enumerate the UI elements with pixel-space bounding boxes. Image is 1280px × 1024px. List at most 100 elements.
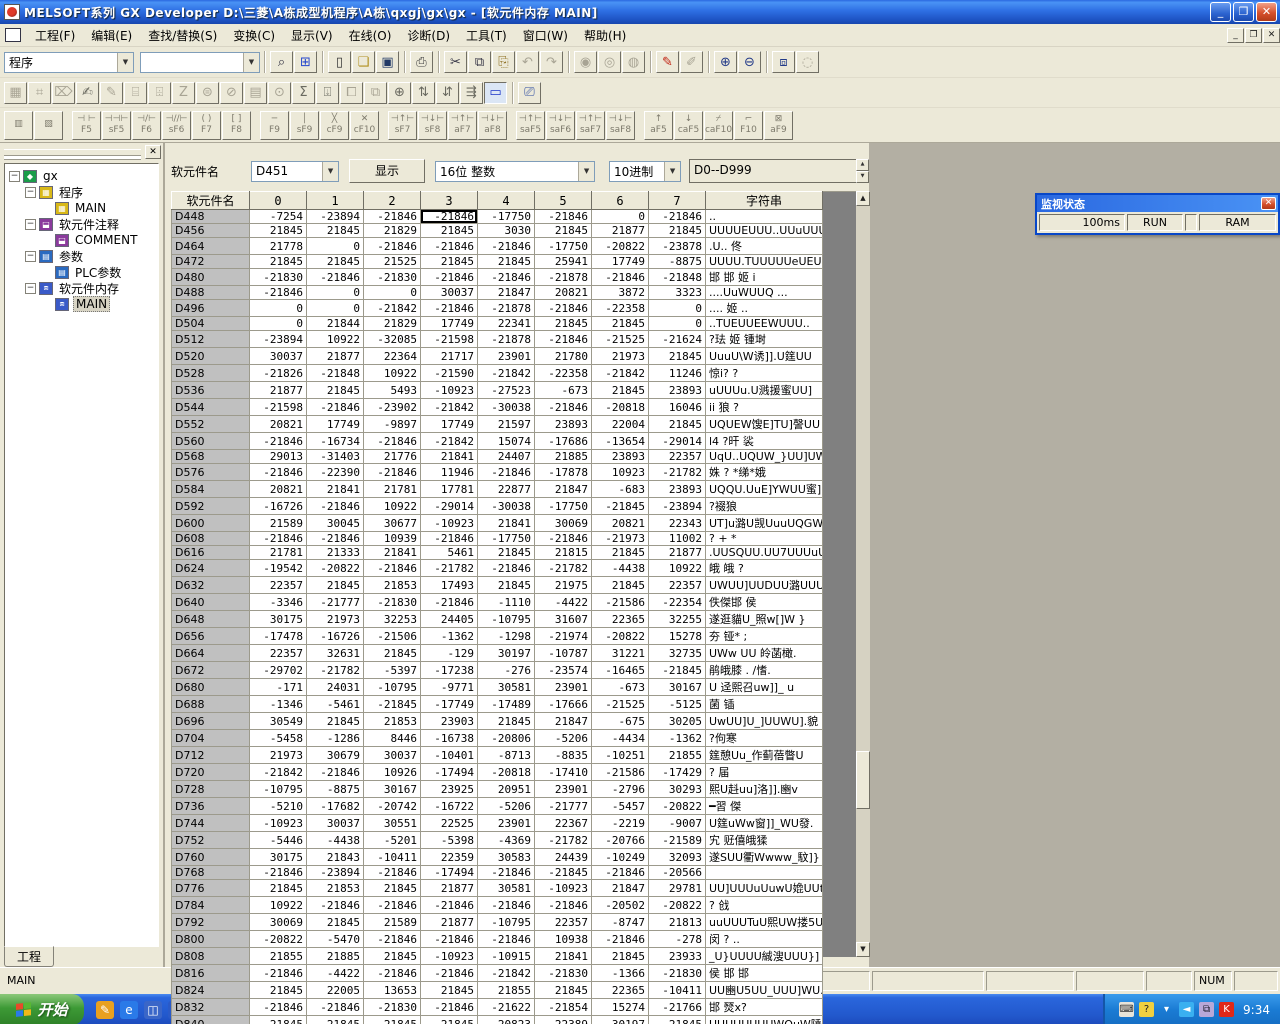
value-cell[interactable]: -20822 [592, 628, 649, 645]
value-cell[interactable]: -21622 [478, 999, 535, 1016]
menu-item-3[interactable]: 查找/替换(S) [140, 24, 225, 47]
value-cell[interactable]: 30197 [592, 1016, 649, 1024]
value-cell[interactable]: -23894 [307, 866, 364, 880]
internet-explorer-icon[interactable]: e [120, 1001, 138, 1019]
value-cell[interactable]: 21845 [250, 880, 307, 897]
menu-item-10[interactable]: 帮助(H) [576, 24, 634, 47]
scroll-down-icon[interactable]: ▼ [856, 942, 870, 957]
device-memory-monitor-icon[interactable]: ▭ [484, 82, 507, 104]
fkey-saF8-button[interactable]: ⊣↓⊢saF8 [606, 111, 635, 140]
string-cell[interactable]: 侯 邯 邯 [706, 965, 823, 982]
value-cell[interactable]: -10249 [592, 849, 649, 866]
string-cell[interactable]: .... 姬 .. [706, 300, 823, 317]
value-cell[interactable]: 22357 [649, 450, 706, 464]
value-cell[interactable]: 21845 [649, 416, 706, 433]
value-cell[interactable]: -22358 [592, 300, 649, 317]
value-cell[interactable]: 21813 [649, 914, 706, 931]
value-cell[interactable]: 30045 [307, 515, 364, 532]
value-cell[interactable]: 30679 [307, 747, 364, 764]
value-cell[interactable]: 21845 [592, 577, 649, 594]
device-name-cell[interactable]: D768 [172, 866, 250, 880]
value-cell[interactable]: -4438 [307, 832, 364, 849]
tree-item-gx[interactable]: −◆gx [9, 168, 158, 184]
chevron-down-icon[interactable]: ▼ [243, 53, 259, 72]
device-name-cell[interactable]: D536 [172, 382, 250, 399]
value-cell[interactable]: 17749 [592, 255, 649, 269]
value-cell[interactable]: 10922 [307, 331, 364, 348]
scroll-up-icon[interactable]: ▲ [856, 191, 870, 206]
value-cell[interactable]: -21624 [649, 331, 706, 348]
value-cell[interactable]: 30197 [478, 645, 535, 662]
value-cell[interactable]: -9771 [421, 679, 478, 696]
cut-icon[interactable]: ✂ [444, 51, 467, 73]
value-cell[interactable]: -23878 [649, 238, 706, 255]
value-cell[interactable]: -10923 [535, 880, 592, 897]
value-cell[interactable]: 30583 [478, 849, 535, 866]
value-cell[interactable]: 24405 [421, 611, 478, 628]
value-cell[interactable]: 17493 [421, 577, 478, 594]
value-cell[interactable]: -21830 [535, 965, 592, 982]
value-cell[interactable]: -2219 [592, 815, 649, 832]
device-name-cell[interactable]: D552 [172, 416, 250, 433]
value-cell[interactable]: -21525 [592, 331, 649, 348]
value-cell[interactable]: 21973 [307, 611, 364, 628]
value-cell[interactable]: 22389 [535, 1016, 592, 1024]
fkey-saF5-button[interactable]: ⊣↑⊢saF5 [516, 111, 545, 140]
value-cell[interactable]: -21878 [478, 300, 535, 317]
value-cell[interactable]: -10411 [649, 982, 706, 999]
string-cell[interactable]: uuUUUTuU熙UW搂5U [706, 914, 823, 931]
value-cell[interactable]: 30581 [478, 679, 535, 696]
value-cell[interactable]: -21878 [478, 331, 535, 348]
value-cell[interactable]: 21847 [535, 713, 592, 730]
value-cell[interactable]: -8713 [478, 747, 535, 764]
fkey-sF5-button[interactable]: ⊣⊣⊢sF5 [102, 111, 131, 140]
value-cell[interactable]: -171 [250, 679, 307, 696]
value-cell[interactable]: -20818 [478, 764, 535, 781]
value-cell[interactable]: 21845 [649, 224, 706, 238]
value-cell[interactable]: 21844 [307, 317, 364, 331]
device-name-cell[interactable]: D456 [172, 224, 250, 238]
string-cell[interactable]: UU豳U5UU_UUU]WU. [706, 982, 823, 999]
program-mode-combobox[interactable]: 程序 ▼ [4, 52, 134, 73]
toolbar2-icon-22[interactable]: ⎚ [518, 82, 541, 104]
value-cell[interactable]: -21846 [478, 560, 535, 577]
value-cell[interactable]: 21717 [421, 348, 478, 365]
string-cell[interactable]: U筳uWw窗]]_WU發. [706, 815, 823, 832]
value-cell[interactable]: 22004 [592, 416, 649, 433]
value-cell[interactable]: 0 [307, 286, 364, 300]
fkey-caF5-button[interactable]: ↓caF5 [674, 111, 703, 140]
string-cell[interactable] [706, 866, 823, 880]
value-cell[interactable]: 21853 [307, 880, 364, 897]
value-cell[interactable]: -21525 [592, 696, 649, 713]
value-cell[interactable]: 21845 [307, 224, 364, 238]
value-cell[interactable]: 21845 [535, 224, 592, 238]
value-cell[interactable]: -21846 [478, 238, 535, 255]
value-cell[interactable]: -10401 [421, 747, 478, 764]
zoom-in-icon[interactable]: ⊕ [714, 51, 737, 73]
value-cell[interactable]: -21846 [250, 286, 307, 300]
collapse-icon[interactable]: − [25, 251, 36, 262]
value-cell[interactable]: 22364 [364, 348, 421, 365]
open-icon[interactable]: ❏ [352, 51, 375, 73]
value-cell[interactable]: -21846 [421, 897, 478, 914]
range-spinner[interactable]: ▲ ▼ [856, 159, 869, 183]
value-cell[interactable]: -8875 [649, 255, 706, 269]
string-cell[interactable]: 筳憩Uu_作蓟蓓瞥U [706, 747, 823, 764]
value-cell[interactable]: -3346 [250, 594, 307, 611]
panel-grip[interactable] [4, 149, 141, 156]
restore-button[interactable]: ❐ [1233, 2, 1254, 22]
value-cell[interactable]: 21877 [649, 546, 706, 560]
value-cell[interactable]: -21846 [592, 269, 649, 286]
value-cell[interactable]: -10251 [592, 747, 649, 764]
value-cell[interactable]: -10923 [250, 815, 307, 832]
value-cell[interactable]: 21845 [307, 914, 364, 931]
collapse-icon[interactable]: − [25, 283, 36, 294]
minimize-button[interactable]: _ [1210, 2, 1231, 22]
value-cell[interactable]: -21846 [307, 498, 364, 515]
string-cell[interactable]: ii 狼 ? [706, 399, 823, 416]
value-cell[interactable]: -16738 [421, 730, 478, 747]
value-cell[interactable]: -21848 [307, 365, 364, 382]
start-button[interactable]: 开始 [0, 994, 84, 1024]
value-cell[interactable]: 22877 [478, 481, 535, 498]
device-name-cell[interactable]: D608 [172, 532, 250, 546]
